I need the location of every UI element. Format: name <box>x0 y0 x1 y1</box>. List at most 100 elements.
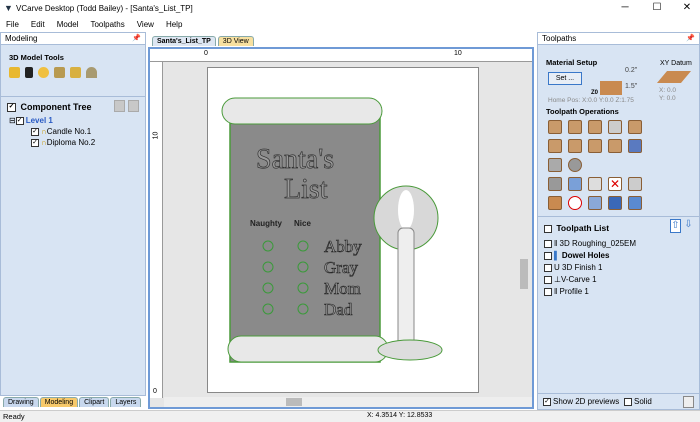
horizontal-scrollbar-thumb[interactable] <box>286 398 302 406</box>
menu-toolpaths[interactable]: Toolpaths <box>84 20 130 29</box>
show-2d-previews-checkbox[interactable]: ✓ Show 2D previews <box>543 397 619 406</box>
menu-model[interactable]: Model <box>51 20 85 29</box>
copy-toolpath-icon[interactable] <box>588 177 602 191</box>
fluting-toolpath-icon[interactable] <box>568 139 582 153</box>
preview-toolpath-icon[interactable] <box>548 196 562 210</box>
tab-clipart[interactable]: Clipart <box>79 397 110 407</box>
drilling-toolpath-icon[interactable] <box>588 120 602 134</box>
merge-toolpaths-icon[interactable] <box>588 196 602 210</box>
templates-icon[interactable] <box>628 196 642 210</box>
menu-help[interactable]: Help <box>160 20 188 29</box>
toolpaths-panel: Toolpaths 📌 Material Setup Set ... 0.2" 1… <box>537 32 700 410</box>
tab-drawing[interactable]: Drawing <box>3 397 39 407</box>
solid-label: Solid <box>634 397 652 406</box>
datum-icon[interactable] <box>656 71 692 83</box>
tree-item-level[interactable]: ⊟✓ Level 1 <box>9 115 139 126</box>
name-text: Dad <box>324 300 353 319</box>
time-estimate-icon[interactable] <box>568 196 582 210</box>
tree-item-diploma[interactable]: ✓ ∩Diploma No.2 <box>9 137 139 148</box>
toolpath-label: 3D Roughing_025EM <box>559 239 637 248</box>
z0-label: Z0 <box>591 90 599 96</box>
maximize-button[interactable]: ☐ <box>644 0 670 17</box>
prism-toolpath-icon[interactable] <box>608 139 622 153</box>
toolpath-item[interactable]: ‖ Profile 1 <box>544 286 636 298</box>
modeling-panel: Modeling 📌 3D Model Tools ✓ Component Tre… <box>0 32 146 407</box>
pin-icon[interactable]: 📌 <box>132 33 141 45</box>
menu-file[interactable]: File <box>0 20 25 29</box>
dome-icon[interactable] <box>86 67 97 78</box>
move-down-arrow-icon[interactable]: ⇩ <box>683 219 694 233</box>
toolpath-list-header: Toolpath List <box>544 223 609 233</box>
delete-toolpath-icon[interactable]: ✕ <box>608 177 622 191</box>
menu-edit[interactable]: Edit <box>25 20 51 29</box>
name-text: Abby <box>324 237 362 256</box>
roughing-toolpath-icon[interactable] <box>548 158 562 172</box>
select-all-checkbox[interactable] <box>544 224 552 233</box>
column-label: Naughty <box>250 219 283 228</box>
solid-checkbox[interactable]: Solid <box>624 397 652 406</box>
title-text: List <box>284 174 328 205</box>
tool-database-icon[interactable] <box>548 177 562 191</box>
save-toolpath-icon[interactable] <box>608 196 622 210</box>
tree-label: Level 1 <box>25 116 53 126</box>
vertical-scrollbar-thumb[interactable] <box>520 259 528 289</box>
toolpath-item[interactable]: ▌ Dowel Holes <box>544 250 636 262</box>
edit-toolpath-icon[interactable] <box>568 177 582 191</box>
minimize-button[interactable]: ─ <box>612 0 638 17</box>
pocket-toolpath-icon[interactable] <box>568 120 582 134</box>
move-up-button[interactable] <box>114 100 125 112</box>
panel-header: Modeling 📌 <box>1 33 145 45</box>
status-text: Ready <box>3 412 25 421</box>
tab-3d-view[interactable]: 3D View <box>217 36 254 46</box>
toolpath-item[interactable]: ⊥V-Carve 1 <box>544 274 636 286</box>
menu-view[interactable]: View <box>131 20 160 29</box>
name-text: Mom <box>324 279 361 298</box>
toolpath-label: V-Carve 1 <box>560 275 597 284</box>
open-component-icon[interactable] <box>9 67 20 78</box>
material-block-icon <box>600 81 622 95</box>
lock-icon[interactable] <box>70 67 81 78</box>
profile-toolpath-icon[interactable] <box>548 120 562 134</box>
model-tools-title: 3D Model Tools <box>9 53 64 62</box>
tree-checkbox[interactable]: ✓ <box>7 103 16 113</box>
vertical-ruler: 10 0 <box>150 62 163 398</box>
toolpath-operations-title: Toolpath Operations <box>546 107 619 116</box>
vcarve-toolpath-icon[interactable] <box>548 139 562 153</box>
sheet-icon[interactable] <box>683 396 694 408</box>
window-title: VCarve Desktop (Todd Bailey) - [Santa's_… <box>16 4 193 13</box>
home-position: Home Pos: X:0.0 Y:0.0 Z:1.75 <box>548 97 634 104</box>
toolpath-item[interactable]: U 3D Finish 1 <box>544 262 636 274</box>
panel-header: Toolpaths 📌 <box>538 33 699 45</box>
tab-modeling[interactable]: Modeling <box>39 397 79 407</box>
texture-toolpath-icon[interactable] <box>588 139 602 153</box>
moulding-toolpath-icon[interactable] <box>628 139 642 153</box>
tree-item-candle[interactable]: ✓ ∩Candle No.1 <box>9 126 139 137</box>
arrows-icon[interactable] <box>38 67 49 78</box>
dim-top: 0.2" <box>625 67 638 74</box>
key-icon[interactable] <box>25 67 33 78</box>
inlay-toolpath-icon[interactable] <box>628 120 642 134</box>
tree-label: Diploma No.2 <box>46 138 96 148</box>
status-bar: Ready X: 4.3514 Y: 12.8533 <box>0 410 700 422</box>
calculate-icon[interactable] <box>628 177 642 191</box>
tab-layers[interactable]: Layers <box>110 397 142 407</box>
title-text: Santa's <box>256 144 334 175</box>
horizontal-scrollbar[interactable] <box>164 397 532 407</box>
finishing-toolpath-icon[interactable] <box>568 158 582 172</box>
horizontal-ruler: 0 10 <box>150 49 532 62</box>
move-up-arrow-icon[interactable]: ⇧ <box>670 219 681 233</box>
ruler-tick: 0 <box>153 388 157 395</box>
close-button[interactable]: ✕ <box>674 0 700 17</box>
move-down-button[interactable] <box>128 100 139 112</box>
pin-icon[interactable]: 📌 <box>686 33 695 45</box>
quick-engrave-icon[interactable] <box>608 120 622 134</box>
toolpath-list-title: Toolpath List <box>556 223 610 233</box>
tab-document[interactable]: Santa's_List_TP <box>152 36 216 46</box>
tree-label: Candle No.1 <box>46 127 92 137</box>
set-button[interactable]: Set ... <box>548 72 582 85</box>
toolpath-label: Dowel Holes <box>561 251 610 260</box>
toolpath-item[interactable]: ‖ 3D Roughing_025EM <box>544 238 636 250</box>
vbit-icon: ⊥ <box>554 275 561 284</box>
drawing-window: 0 10 10 0 Santa's List Naughty Nice Abby… <box>148 47 534 409</box>
texture-icon[interactable] <box>54 67 65 78</box>
